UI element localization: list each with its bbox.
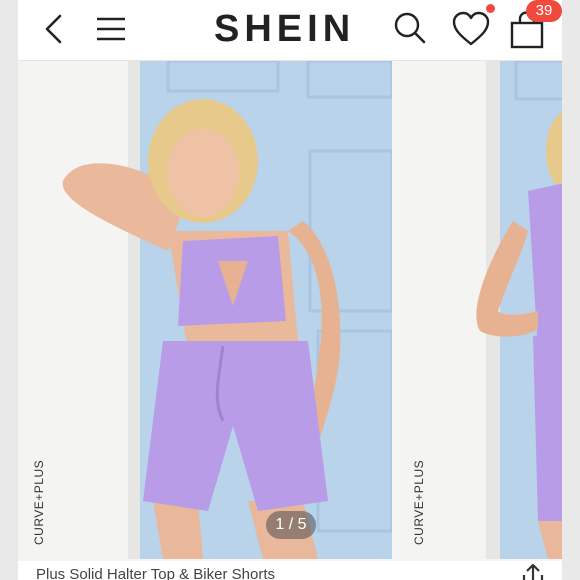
product-title: Plus Solid Halter Top & Biker Shorts <box>36 566 275 580</box>
wishlist-notification-dot <box>486 4 495 13</box>
cart-count-badge: 39 <box>526 0 562 22</box>
photo-watermark: CURVE+PLUS <box>412 459 426 545</box>
product-image-carousel[interactable]: CURVE+PLUS 1 / 5 CURVE+PLUS <box>18 61 562 561</box>
top-navigation-bar: SHEIN 39 <box>18 0 562 61</box>
heart-icon[interactable] <box>451 10 491 48</box>
product-page: SHEIN 39 CURVE+PLUS 1 / 5 CURVE+PLUS Plu… <box>18 0 562 580</box>
model-photo-illustration <box>18 61 392 559</box>
product-photo-1[interactable]: CURVE+PLUS 1 / 5 <box>18 61 392 559</box>
chevron-left-icon[interactable] <box>40 13 68 45</box>
share-icon[interactable] <box>518 563 548 580</box>
photo-watermark: CURVE+PLUS <box>32 459 46 545</box>
hamburger-menu-icon[interactable] <box>94 12 128 46</box>
search-icon[interactable] <box>392 10 428 46</box>
image-counter: 1 / 5 <box>266 511 316 539</box>
product-photo-2[interactable]: CURVE+PLUS <box>398 61 562 559</box>
brand-logo[interactable]: SHEIN <box>214 6 370 52</box>
